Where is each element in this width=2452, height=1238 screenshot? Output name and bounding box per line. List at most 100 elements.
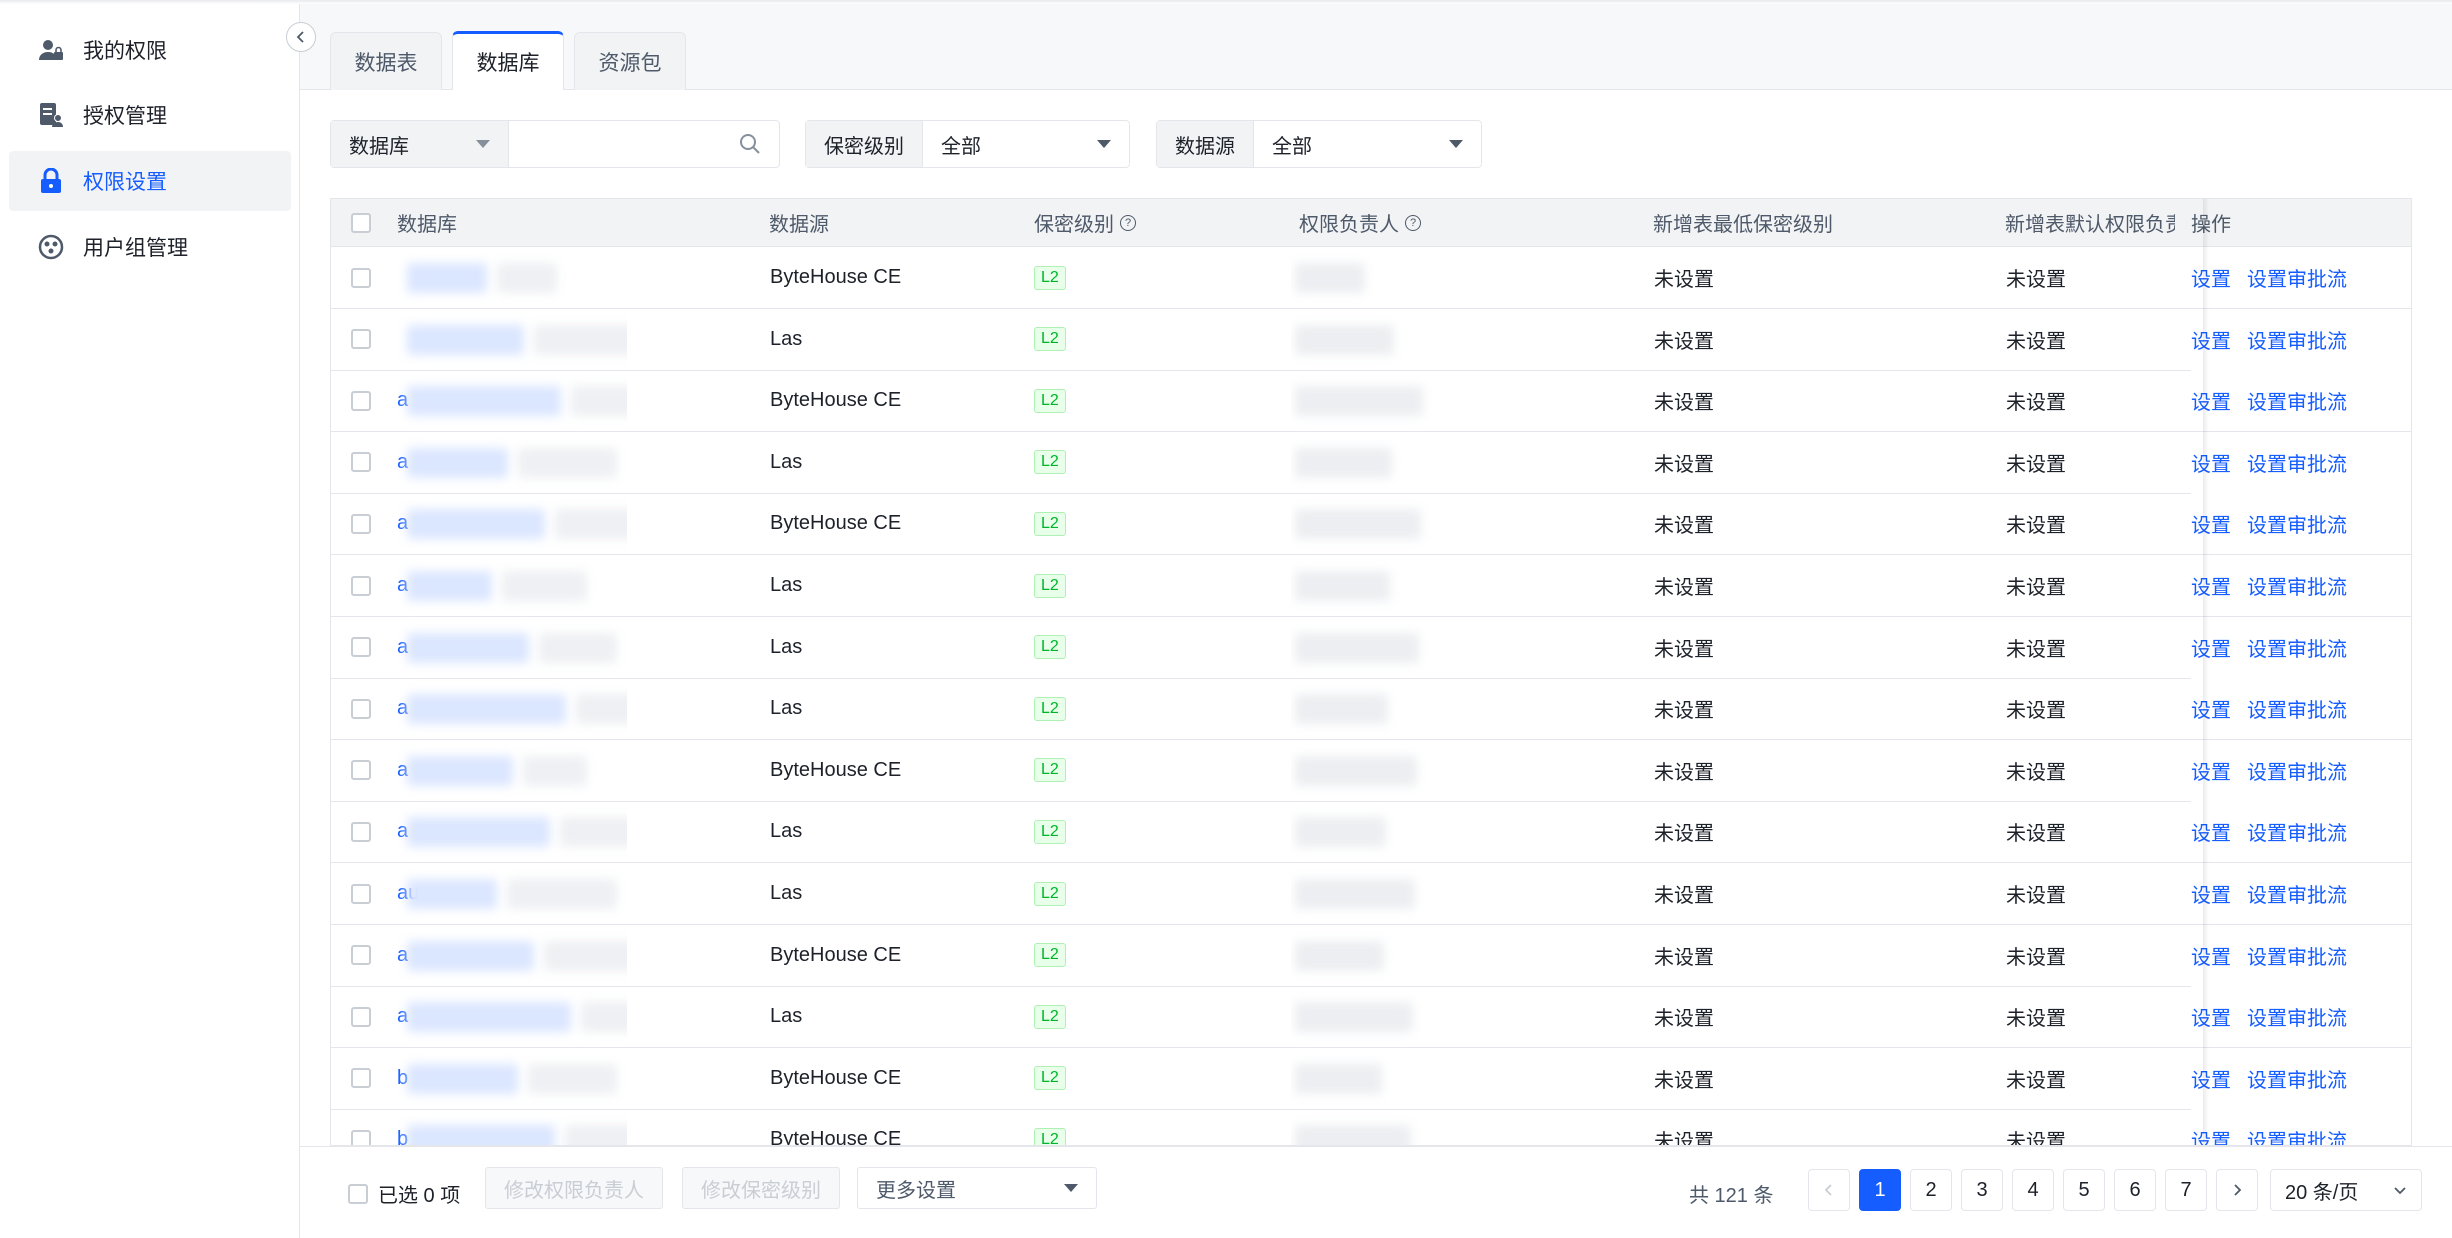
tab-resource-packages[interactable]: 资源包 [574, 32, 686, 90]
database-name-link[interactable]: b [397, 1048, 627, 1109]
default-owner-cell: 未设置 [2006, 1131, 2066, 1146]
row-checkbox[interactable] [351, 555, 371, 616]
row-checkbox[interactable] [351, 1109, 371, 1145]
set-link[interactable]: 设置 [2191, 1125, 2231, 1145]
set-link[interactable]: 设置 [2191, 633, 2231, 662]
set-link[interactable]: 设置 [2191, 325, 2231, 354]
page-6[interactable]: 6 [2114, 1169, 2156, 1211]
database-name-link[interactable]: a [397, 678, 627, 739]
default-owner-cell: 未设置 [2006, 453, 2066, 476]
search-type-select[interactable]: 数据库 [331, 121, 509, 167]
set-approval-flow-link[interactable]: 设置审批流 [2247, 694, 2347, 723]
database-name-link[interactable]: b [397, 1109, 627, 1145]
database-name-link[interactable]: a [397, 801, 627, 862]
select-all-checkbox[interactable] [351, 199, 371, 246]
database-name-link[interactable] [397, 309, 627, 370]
set-link[interactable]: 设置 [2191, 448, 2231, 477]
help-icon[interactable]: ? [1120, 214, 1136, 231]
modify-owner-button[interactable]: 修改权限负责人 [485, 1167, 663, 1209]
set-link[interactable]: 设置 [2191, 1002, 2231, 1031]
set-approval-flow-link[interactable]: 设置审批流 [2247, 879, 2347, 908]
search-input[interactable] [509, 121, 779, 167]
row-checkbox[interactable] [351, 986, 371, 1047]
database-name-link[interactable] [397, 247, 627, 308]
page-4[interactable]: 4 [2012, 1169, 2054, 1211]
set-approval-flow-link[interactable]: 设置审批流 [2247, 263, 2347, 292]
database-name-link[interactable]: au [397, 863, 627, 924]
row-checkbox[interactable] [351, 678, 371, 739]
level-filter-select[interactable]: 全部 [923, 121, 1129, 167]
sidebar-item-user-groups[interactable]: 用户组管理 [9, 217, 291, 277]
source-filter[interactable]: 数据源 全部 [1156, 120, 1482, 168]
more-settings-select[interactable]: 更多设置 [857, 1167, 1097, 1209]
min-level-cell: 未设置 [1654, 453, 1714, 476]
sidebar-item-permission-settings[interactable]: 权限设置 [9, 151, 291, 211]
set-approval-flow-link[interactable]: 设置审批流 [2247, 448, 2347, 477]
database-name-link[interactable]: a [397, 986, 627, 1047]
set-link[interactable]: 设置 [2191, 1064, 2231, 1093]
row-checkbox[interactable] [351, 925, 371, 986]
set-link[interactable]: 设置 [2191, 879, 2231, 908]
level-filter[interactable]: 保密级别 全部 [805, 120, 1130, 168]
row-checkbox[interactable] [351, 617, 371, 678]
set-link[interactable]: 设置 [2191, 941, 2231, 970]
set-link[interactable]: 设置 [2191, 756, 2231, 785]
set-link[interactable]: 设置 [2191, 509, 2231, 538]
row-checkbox[interactable] [351, 247, 371, 308]
set-approval-flow-link[interactable]: 设置审批流 [2247, 571, 2347, 600]
col-source: 数据源 [769, 214, 829, 236]
sidebar-item-my-permissions[interactable]: 我的权限 [9, 20, 291, 80]
row-checkbox[interactable] [351, 740, 371, 801]
set-link[interactable]: 设置 [2191, 386, 2231, 415]
row-checkbox[interactable] [351, 432, 371, 493]
row-checkbox[interactable] [351, 309, 371, 370]
prev-page-button[interactable] [1808, 1169, 1850, 1211]
row-checkbox[interactable] [351, 863, 371, 924]
database-name-link[interactable]: a [397, 493, 627, 554]
row-checkbox[interactable] [351, 493, 371, 554]
footer-checkbox[interactable] [348, 1183, 368, 1204]
set-approval-flow-link[interactable]: 设置审批流 [2247, 633, 2347, 662]
modify-level-button[interactable]: 修改保密级别 [682, 1167, 840, 1209]
source-cell: ByteHouse CE [770, 943, 902, 966]
set-link[interactable]: 设置 [2191, 694, 2231, 723]
page-5[interactable]: 5 [2063, 1169, 2105, 1211]
set-link[interactable]: 设置 [2191, 263, 2231, 292]
selected-count-text: 已选 0 项 [378, 1185, 461, 1207]
set-approval-flow-link[interactable]: 设置审批流 [2247, 386, 2347, 415]
page-1[interactable]: 1 [1859, 1169, 1901, 1211]
set-approval-flow-link[interactable]: 设置审批流 [2247, 756, 2347, 785]
set-approval-flow-link[interactable]: 设置审批流 [2247, 1125, 2347, 1145]
database-name-link[interactable]: a [397, 617, 627, 678]
set-approval-flow-link[interactable]: 设置审批流 [2247, 325, 2347, 354]
source-filter-select[interactable]: 全部 [1254, 121, 1481, 167]
set-approval-flow-link[interactable]: 设置审批流 [2247, 941, 2347, 970]
selected-count[interactable]: 已选 0 项 [348, 1179, 460, 1208]
set-approval-flow-link[interactable]: 设置审批流 [2247, 817, 2347, 846]
sidebar-item-auth-management[interactable]: 授权管理 [9, 85, 291, 145]
help-icon[interactable]: ? [1405, 214, 1421, 231]
database-name-link[interactable]: a [397, 555, 627, 616]
page-7[interactable]: 7 [2165, 1169, 2207, 1211]
page-2[interactable]: 2 [1910, 1169, 1952, 1211]
level-cell: L2 [1034, 1109, 1066, 1145]
row-checkbox[interactable] [351, 801, 371, 862]
tab-tables[interactable]: 数据表 [330, 32, 442, 90]
set-link[interactable]: 设置 [2191, 571, 2231, 600]
database-name-link[interactable]: a [397, 925, 627, 986]
set-approval-flow-link[interactable]: 设置审批流 [2247, 509, 2347, 538]
set-approval-flow-link[interactable]: 设置审批流 [2247, 1064, 2347, 1093]
collapse-sidebar-button[interactable] [286, 22, 316, 52]
set-approval-flow-link[interactable]: 设置审批流 [2247, 1002, 2347, 1031]
page-3[interactable]: 3 [1961, 1169, 2003, 1211]
row-checkbox[interactable] [351, 370, 371, 431]
set-link[interactable]: 设置 [2191, 817, 2231, 846]
page-size-select[interactable]: 20 条/页 [2270, 1169, 2422, 1211]
database-name-link[interactable]: a [397, 370, 627, 431]
next-page-button[interactable] [2216, 1169, 2258, 1211]
tab-databases[interactable]: 数据库 [452, 31, 564, 90]
row-checkbox[interactable] [351, 1048, 371, 1109]
database-name-link[interactable]: a [397, 740, 627, 801]
redacted-owner [1295, 263, 1365, 293]
database-name-link[interactable]: a [397, 432, 627, 493]
